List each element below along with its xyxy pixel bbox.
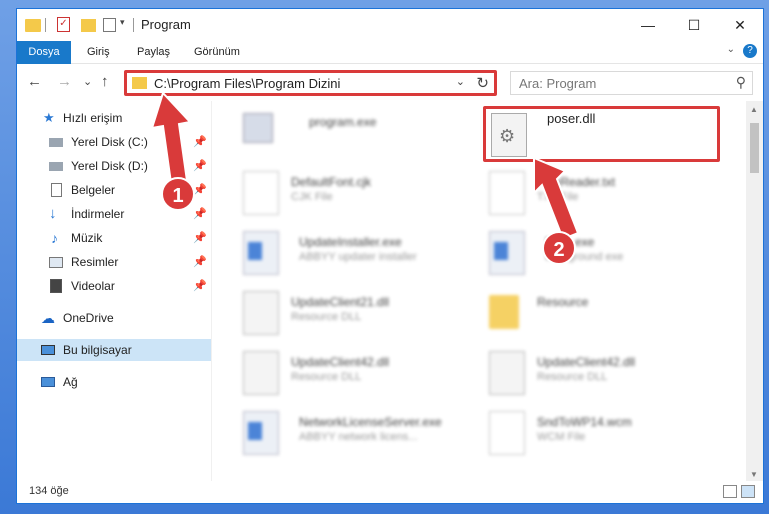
arrow-2 (533, 156, 580, 241)
annotation-arrows (150, 91, 580, 241)
arrow-1 (150, 91, 192, 192)
step-badge-1: 1 (161, 177, 195, 211)
step-badge-2: 2 (542, 231, 576, 265)
